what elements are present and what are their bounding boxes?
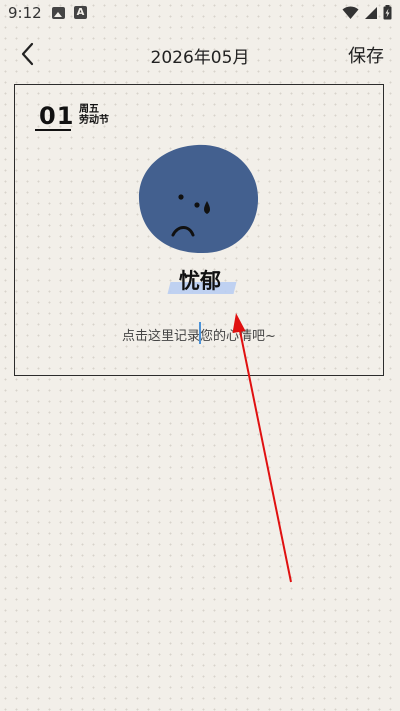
date-holiday: 劳动节: [79, 115, 109, 126]
page-title: 2026年05月: [150, 48, 250, 68]
text-cursor: [199, 322, 201, 344]
status-icons-right: [342, 5, 392, 20]
signal-icon: [365, 6, 377, 19]
a-box-icon: A: [74, 6, 87, 19]
mood-entry-card: 01 周五 劳动节 忧郁 点击这里记录您的心情吧~: [14, 84, 384, 376]
face-left-eye: [178, 194, 184, 200]
face-right-eye: [194, 202, 200, 208]
date-day: 01: [39, 102, 75, 130]
gallery-icon: [52, 7, 65, 19]
save-button[interactable]: 保存: [348, 42, 384, 68]
status-time: 9:12: [8, 4, 42, 22]
wifi-icon: [342, 5, 359, 19]
mood-face-shape: [138, 144, 259, 254]
date-underline: [35, 129, 71, 131]
date-block: 01 周五 劳动节: [35, 101, 135, 133]
status-bar: 9:12 A: [0, 0, 400, 28]
app-header: 2026年05月 保存: [0, 28, 400, 80]
crying-face-icon[interactable]: [137, 141, 261, 257]
date-weekday: 周五: [79, 104, 99, 115]
mood-label-wrap: 忧郁: [155, 263, 245, 299]
battery-icon: [383, 5, 392, 20]
mood-label: 忧郁: [179, 269, 221, 293]
